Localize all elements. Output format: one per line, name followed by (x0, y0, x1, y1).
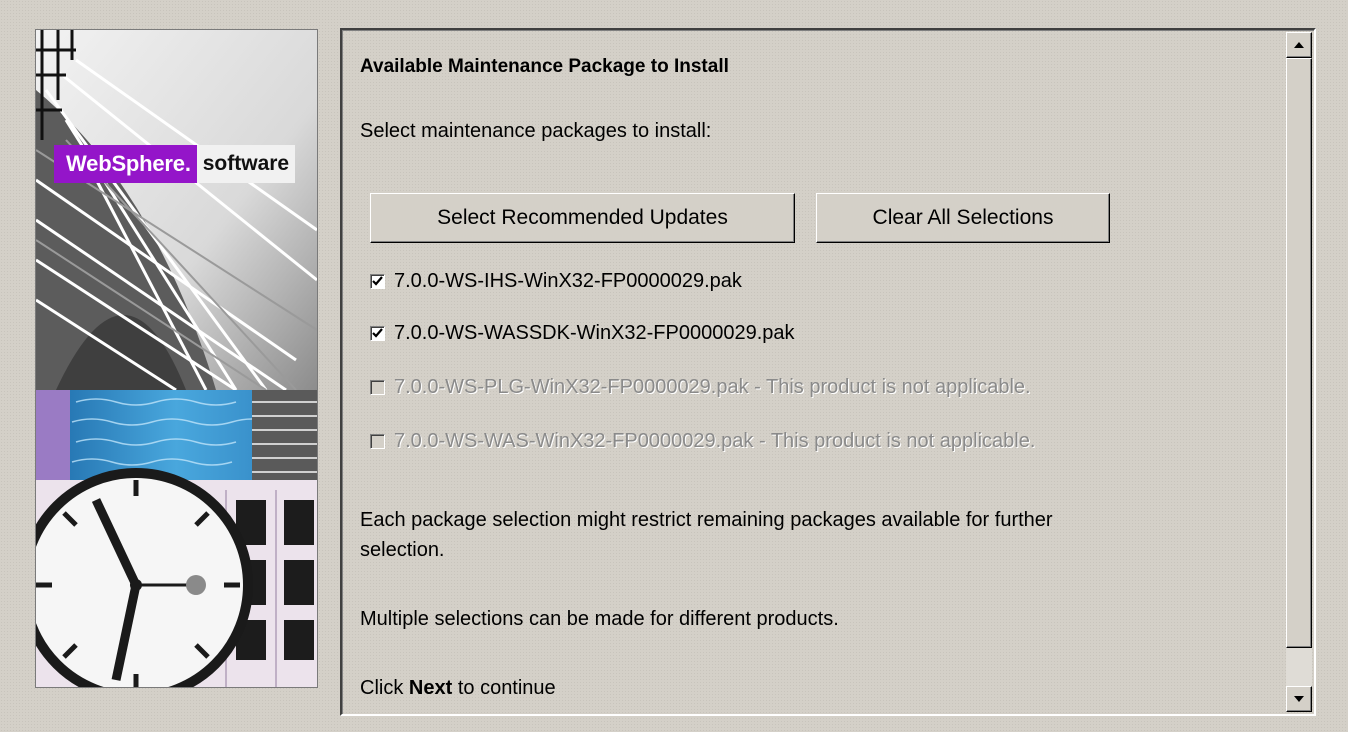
package-checkbox-disabled (370, 434, 385, 449)
package-row[interactable]: 7.0.0-WS-IHS-WinX32-FP0000029.pak (370, 270, 742, 293)
package-row-disabled: 7.0.0-WS-WAS-WinX32-FP0000029.pak - This… (370, 430, 1035, 453)
package-checkbox[interactable] (370, 326, 385, 341)
clear-all-selections-button[interactable]: Clear All Selections (816, 193, 1110, 243)
arrow-up-icon (1294, 42, 1304, 48)
scroll-up-button[interactable] (1286, 32, 1312, 58)
note-multiple-selections: Multiple selections can be made for diff… (360, 608, 839, 630)
click-suffix: to continue (457, 677, 556, 699)
scrollbar-thumb[interactable] (1286, 58, 1312, 648)
package-checkbox[interactable] (370, 274, 385, 289)
maintenance-package-panel: Available Maintenance Package to Install… (340, 28, 1316, 716)
package-row-disabled: 7.0.0-WS-PLG-WinX32-FP0000029.pak - This… (370, 376, 1031, 399)
banner-artwork (36, 30, 317, 687)
brand-primary: WebSphere. (54, 145, 197, 183)
package-label: 7.0.0-WS-WASSDK-WinX32-FP0000029.pak (394, 322, 795, 344)
note-restrict-line2: selection. (360, 539, 445, 561)
brand-secondary: software (196, 145, 296, 183)
package-label: 7.0.0-WS-WAS-WinX32-FP0000029.pak - This… (394, 430, 1036, 452)
checkmark-icon (372, 328, 383, 338)
page-title: Available Maintenance Package to Install (360, 56, 729, 77)
click-prefix: Click (360, 677, 404, 699)
websphere-banner-image: WebSphere. software (35, 29, 318, 688)
package-label: 7.0.0-WS-PLG-WinX32-FP0000029.pak - This… (394, 376, 1031, 398)
note-restrict-line1: Each package selection might restrict re… (360, 509, 1053, 531)
package-row[interactable]: 7.0.0-WS-WASSDK-WinX32-FP0000029.pak (370, 322, 795, 345)
package-label: 7.0.0-WS-IHS-WinX32-FP0000029.pak (394, 270, 742, 292)
package-checkbox-disabled (370, 380, 385, 395)
arrow-down-icon (1294, 696, 1304, 702)
scroll-down-button[interactable] (1286, 686, 1312, 712)
next-keyword: Next (408, 677, 453, 699)
vertical-scrollbar[interactable] (1286, 32, 1312, 712)
instruction-text: Select maintenance packages to install: (360, 120, 712, 142)
click-next-instruction: Click Next to continue (360, 672, 556, 704)
select-recommended-updates-button[interactable]: Select Recommended Updates (370, 193, 795, 243)
checkmark-icon (372, 276, 383, 286)
websphere-logo: WebSphere. software (54, 145, 296, 183)
